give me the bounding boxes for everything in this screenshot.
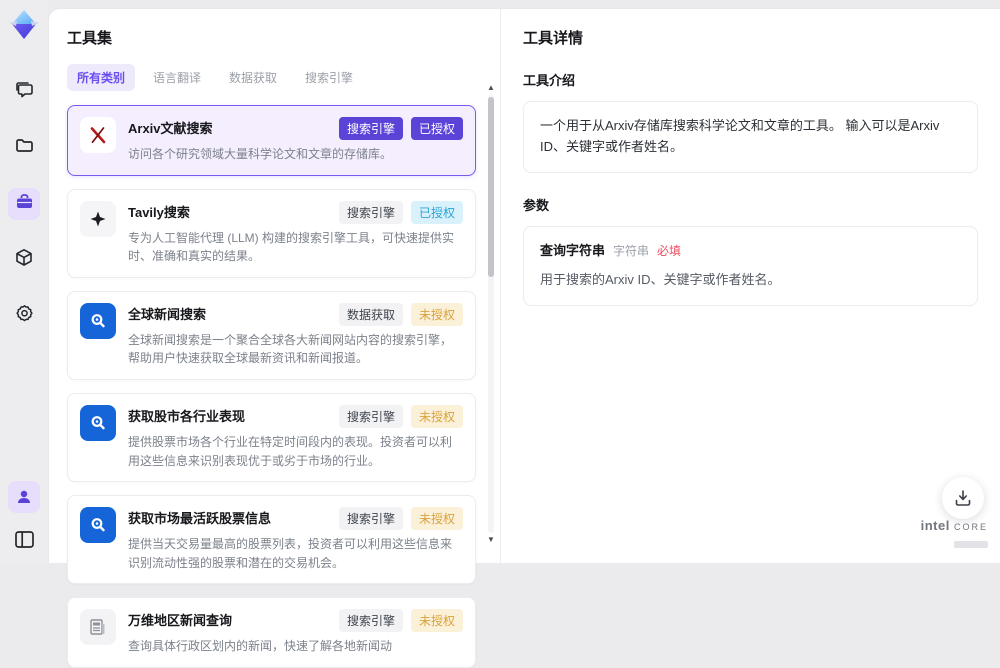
tavily-icon (80, 201, 116, 237)
chat-icon (15, 81, 34, 104)
param-description: 用于搜索的Arxiv ID、关键字或作者姓名。 (540, 270, 961, 291)
sidebar-item-gear[interactable] (8, 300, 40, 332)
gear-icon (15, 304, 34, 328)
scrollbar-thumb[interactable] (488, 97, 494, 277)
tab-1[interactable]: 语言翻译 (143, 64, 211, 91)
download-icon (954, 489, 972, 507)
tool-details-panel: 工具详情 工具介绍 一个用于从Arxiv存储库搜索科学论文和文章的工具。 输入可… (501, 9, 1000, 563)
list-scrollbar[interactable]: ▲ ▼ (486, 83, 496, 559)
tool-description: 访问各个研究领域大量科学论文和文章的存储库。 (128, 145, 463, 164)
sidebar-item-briefcase[interactable] (8, 188, 40, 220)
details-title: 工具详情 (523, 27, 978, 48)
brand-badge (954, 541, 988, 548)
param-name: 查询字符串 (540, 241, 605, 262)
tool-list: Arxiv文献搜索搜索引擎已授权访问各个研究领域大量科学论文和文章的存储库。Ta… (67, 105, 476, 668)
tab-2[interactable]: 数据获取 (219, 64, 287, 91)
tool-description: 提供股票市场各个行业在特定时间段内的表现。投资者可以利用这些信息来识别表现优于或… (128, 433, 463, 470)
arxiv-icon (80, 117, 116, 153)
param-row: 查询字符串字符串必填用于搜索的Arxiv ID、关键字或作者姓名。 (540, 241, 961, 292)
param-required-badge: 必填 (657, 242, 681, 261)
tool-category-tag: 搜索引擎 (339, 117, 403, 140)
scroll-up-arrow[interactable]: ▲ (486, 83, 496, 93)
tool-category-tag: 搜索引擎 (339, 609, 403, 632)
intel-core-logo: intel core (921, 517, 988, 553)
tool-card-2[interactable]: 全球新闻搜索 数据获取未授权全球新闻搜索是一个聚合全球各大新闻网站内容的搜索引擎，… (67, 291, 476, 380)
tool-list-panel: 工具集 所有类别语言翻译数据获取搜索引擎 Arxiv文献搜索搜索引擎已授权访问各… (49, 9, 501, 563)
tool-name: 获取股市各行业表现 (128, 405, 245, 425)
tool-status-badge: 已授权 (411, 117, 463, 140)
tool-description: 专为人工智能代理 (LLM) 构建的搜索引擎工具，可快速提供实时、准确和真实的结… (128, 229, 463, 266)
tool-status-badge: 未授权 (411, 609, 463, 632)
intro-box: 一个用于从Arxiv存储库搜索科学论文和文章的工具。 输入可以是Arxiv ID… (523, 101, 978, 173)
tool-category-tag: 搜索引擎 (339, 201, 403, 224)
tool-card-1[interactable]: Tavily搜索 搜索引擎已授权专为人工智能代理 (LLM) 构建的搜索引擎工具，… (67, 189, 476, 278)
tool-card-3[interactable]: 获取股市各行业表现 搜索引擎未授权提供股票市场各个行业在特定时间段内的表现。投资者… (67, 393, 476, 482)
tool-category-tag: 数据获取 (339, 303, 403, 326)
tool-status-badge: 未授权 (411, 405, 463, 428)
tool-name: 获取市场最活跃股票信息 (128, 507, 271, 527)
intro-heading: 工具介绍 (523, 70, 978, 89)
tool-name: 全球新闻搜索 (128, 303, 206, 323)
tool-card-4[interactable]: 获取市场最活跃股票信息 搜索引擎未授权提供当天交易量最高的股票列表，投资者可以利用… (67, 495, 476, 584)
search-blue-icon (80, 405, 116, 441)
tab-0[interactable]: 所有类别 (67, 64, 135, 91)
tool-description: 查询具体行政区划内的新闻，快速了解各地新闻动 (128, 637, 463, 656)
tool-category-tag: 搜索引擎 (339, 405, 403, 428)
params-box: 查询字符串字符串必填用于搜索的Arxiv ID、关键字或作者姓名。 (523, 226, 978, 307)
panel-toggle-icon[interactable] (8, 523, 40, 555)
search-blue-icon (80, 507, 116, 543)
tool-name: 万维地区新闻查询 (128, 609, 232, 629)
app-logo[interactable] (7, 8, 41, 42)
sidebar-item-folder[interactable] (8, 132, 40, 164)
tool-name: Tavily搜索 (128, 201, 190, 221)
param-type: 字符串 (613, 242, 649, 261)
params-heading: 参数 (523, 195, 978, 214)
folder-icon (15, 137, 34, 159)
tool-name: Arxiv文献搜索 (128, 117, 213, 137)
tool-status-badge: 已授权 (411, 201, 463, 224)
cube-icon (15, 248, 33, 272)
tab-3[interactable]: 搜索引擎 (295, 64, 363, 91)
tool-card-0[interactable]: Arxiv文献搜索 搜索引擎已授权访问各个研究领域大量科学论文和文章的存储库。 (67, 105, 476, 176)
scroll-down-arrow[interactable]: ▼ (486, 535, 496, 545)
main-content: 工具集 所有类别语言翻译数据获取搜索引擎 Arxiv文献搜索搜索引擎已授权访问各… (48, 8, 1000, 563)
brand-core: core (954, 518, 988, 533)
sidebar-item-cube[interactable] (8, 244, 40, 276)
category-tabs: 所有类别语言翻译数据获取搜索引擎 (67, 64, 476, 91)
news-icon (80, 609, 116, 645)
search-blue-icon (80, 303, 116, 339)
sidebar-item-chat[interactable] (8, 76, 40, 108)
tool-description: 全球新闻搜索是一个聚合全球各大新闻网站内容的搜索引擎，帮助用户快速获取全球最新资… (128, 331, 463, 368)
download-button[interactable] (942, 477, 984, 519)
user-icon[interactable] (8, 481, 40, 513)
tool-description: 提供当天交易量最高的股票列表，投资者可以利用这些信息来识别流动性强的股票和潜在的… (128, 535, 463, 572)
tool-status-badge: 未授权 (411, 303, 463, 326)
tool-status-badge: 未授权 (411, 507, 463, 530)
page-title: 工具集 (67, 27, 476, 48)
tool-card-5[interactable]: 万维地区新闻查询 搜索引擎未授权查询具体行政区划内的新闻，快速了解各地新闻动 (67, 597, 476, 668)
tool-category-tag: 搜索引擎 (339, 507, 403, 530)
brand-intel: intel (921, 518, 950, 533)
left-rail (0, 0, 48, 563)
briefcase-icon (15, 193, 34, 216)
